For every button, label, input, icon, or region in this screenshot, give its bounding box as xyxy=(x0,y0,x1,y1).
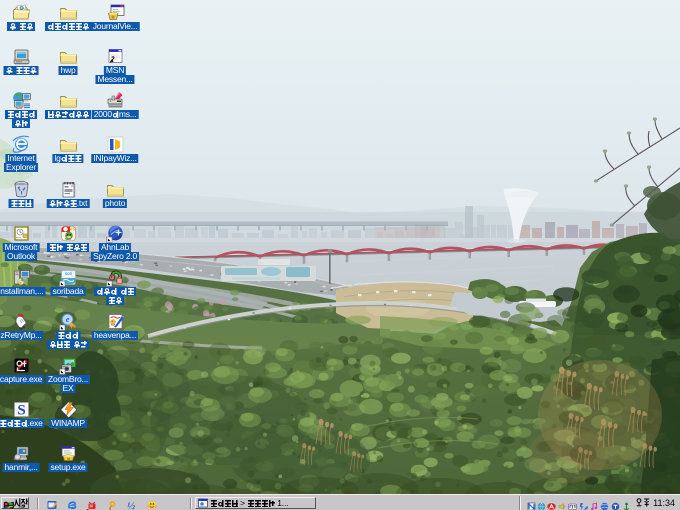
svg-text:VS: VS xyxy=(69,227,75,232)
svg-text:½: ½ xyxy=(127,500,136,510)
svg-text:sori: sori xyxy=(65,271,72,276)
svg-text:e: e xyxy=(66,315,70,324)
svg-text:S: S xyxy=(17,403,25,419)
